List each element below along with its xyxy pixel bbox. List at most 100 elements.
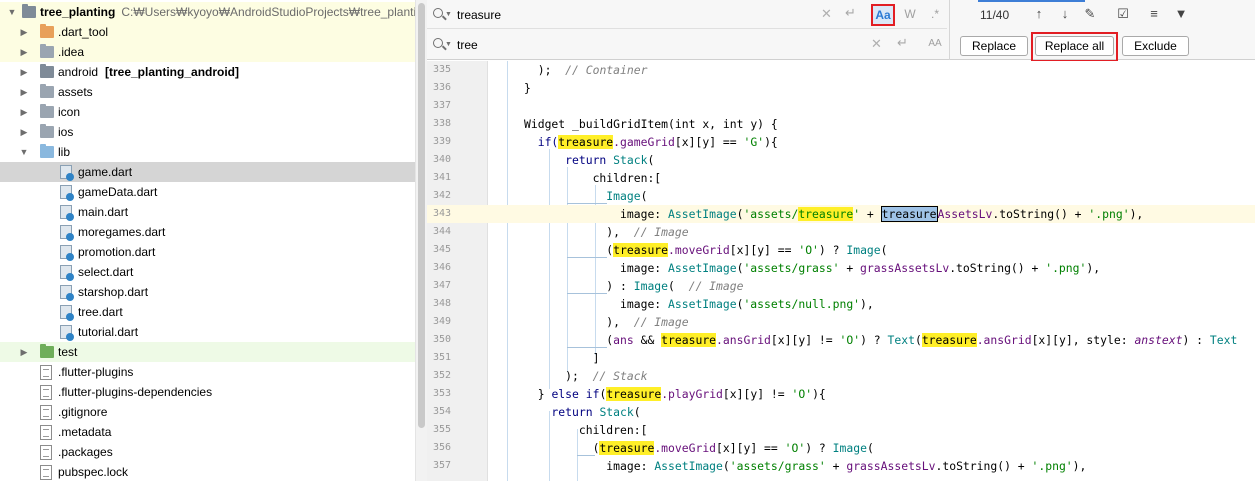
- project-root-row[interactable]: ▼ tree_planting C:₩Users₩kyoyo₩AndroidStu…: [0, 2, 415, 22]
- line-number: 338: [432, 118, 451, 129]
- code-line[interactable]: 339 if(treasure.gameGrid[x][y] == 'G'){: [427, 133, 1255, 151]
- code-line[interactable]: 350 (ans && treasure.ansGrid[x][y] != 'O…: [427, 331, 1255, 349]
- code-line[interactable]: 335 ); // Container: [427, 61, 1255, 79]
- chevron-down-icon[interactable]: ▼: [18, 142, 30, 162]
- arrow-up-icon[interactable]: ↑: [1031, 6, 1047, 21]
- replace-input[interactable]: [457, 36, 837, 54]
- dart-file-icon: [60, 245, 74, 261]
- filter-settings-icon[interactable]: ≡: [1146, 6, 1162, 21]
- exclude-button[interactable]: Exclude: [1122, 36, 1189, 56]
- code-token: _buildGridItem(int x, int y) {: [572, 117, 778, 131]
- code-line[interactable]: 342 Image(: [427, 187, 1255, 205]
- code-line[interactable]: 357 image: AssetImage('assets/grass' + g…: [427, 457, 1255, 475]
- code-line[interactable]: 345 (treasure.moveGrid[x][y] == 'O') ? I…: [427, 241, 1255, 259]
- code-token: ),: [1129, 207, 1144, 221]
- tree-item[interactable]: game.dart: [0, 162, 415, 182]
- line-number: 351: [432, 352, 451, 363]
- tree-item[interactable]: ▶ icon: [0, 102, 415, 122]
- chevron-down-icon[interactable]: ▼: [6, 2, 18, 22]
- match-case-toggle[interactable]: Aa: [871, 4, 895, 26]
- tree-item[interactable]: main.dart: [0, 202, 415, 222]
- code-line[interactable]: 354 return Stack(: [427, 403, 1255, 421]
- tree-item[interactable]: .flutter-plugins-dependencies: [0, 382, 415, 402]
- tree-item[interactable]: tutorial.dart: [0, 322, 415, 342]
- find-input[interactable]: [457, 6, 837, 24]
- tree-scrollbar-thumb[interactable]: [418, 3, 425, 428]
- tree-item[interactable]: ▼ lib: [0, 142, 415, 162]
- chevron-right-icon[interactable]: ▶: [18, 82, 30, 102]
- code-token: .playGrid: [661, 387, 723, 401]
- pin-icon[interactable]: ✎: [1082, 6, 1098, 22]
- new-line-icon[interactable]: ↵: [845, 5, 856, 21]
- code-line[interactable]: 356 (treasure.moveGrid[x][y] == 'O') ? I…: [427, 439, 1255, 457]
- replace-clear-icon[interactable]: ✕: [871, 36, 882, 52]
- code-line[interactable]: 337: [427, 97, 1255, 115]
- code-line[interactable]: 352 ); // Stack: [427, 367, 1255, 385]
- tree-item[interactable]: .flutter-plugins: [0, 362, 415, 382]
- replace-button[interactable]: Replace: [960, 36, 1028, 56]
- code-line[interactable]: 336}: [427, 79, 1255, 97]
- chevron-right-icon[interactable]: ▶: [18, 122, 30, 142]
- words-toggle[interactable]: W: [898, 4, 922, 26]
- code-token: [x][y] ==: [716, 441, 785, 455]
- chevron-right-icon[interactable]: ▶: [18, 42, 30, 62]
- line-number: 341: [432, 172, 451, 183]
- code-line[interactable]: 349 ), // Image: [427, 313, 1255, 331]
- tree-item[interactable]: promotion.dart: [0, 242, 415, 262]
- search-history-icon[interactable]: ▼: [433, 8, 452, 22]
- select-all-occurrences-icon[interactable]: ☑: [1115, 6, 1131, 22]
- tree-item[interactable]: ▶ .idea: [0, 42, 415, 62]
- tree-item[interactable]: .packages: [0, 442, 415, 462]
- project-tree: ▼ tree_planting C:₩Users₩kyoyo₩AndroidStu…: [0, 0, 415, 481]
- chevron-right-icon[interactable]: ▶: [18, 22, 30, 42]
- tree-item[interactable]: select.dart: [0, 262, 415, 282]
- replace-history-icon[interactable]: ▼: [433, 38, 452, 52]
- funnel-filter-icon[interactable]: ▼: [1173, 6, 1189, 21]
- arrow-down-icon[interactable]: ↓: [1057, 6, 1073, 21]
- replace-new-line-icon[interactable]: ↵: [897, 35, 908, 51]
- tree-item[interactable]: ▶ ios: [0, 122, 415, 142]
- code-text: }: [524, 79, 531, 97]
- line-number: 343: [432, 208, 451, 219]
- code-text: Image(: [524, 187, 647, 205]
- tree-item[interactable]: tree.dart: [0, 302, 415, 322]
- chevron-right-icon[interactable]: ▶: [18, 62, 30, 82]
- code-editor[interactable]: 335 ); // Container 336} 337 338 Widget _bui…: [427, 61, 1255, 481]
- code-token: // Image: [633, 315, 689, 329]
- code-line[interactable]: 351 ]: [427, 349, 1255, 367]
- tree-scrollbar[interactable]: [415, 0, 427, 481]
- chevron-right-icon[interactable]: ▶: [18, 102, 30, 122]
- tree-item[interactable]: ▶ test: [0, 342, 415, 362]
- code-text: return Stack(: [524, 151, 654, 169]
- tree-item[interactable]: ▶ android [tree_planting_android]: [0, 62, 415, 82]
- search-match: treasure: [558, 135, 614, 149]
- tree-item[interactable]: .metadata: [0, 422, 415, 442]
- tree-item[interactable]: starshop.dart: [0, 282, 415, 302]
- code-line[interactable]: 338 Widget _buildGridItem(int x, int y) {: [427, 115, 1255, 133]
- tree-item-label: .dart_tool: [58, 25, 109, 39]
- code-line[interactable]: 348 image: AssetImage('assets/null.png')…: [427, 295, 1255, 313]
- code-line[interactable]: 353 } else if(treasure.playGrid[x][y] !=…: [427, 385, 1255, 403]
- code-token: grassAssetsLv: [860, 261, 950, 275]
- code-text: (treasure.moveGrid[x][y] == 'O') ? Image…: [524, 439, 874, 457]
- code-line[interactable]: 344 ), // Image: [427, 223, 1255, 241]
- tree-item[interactable]: .gitignore: [0, 402, 415, 422]
- preserve-case-toggle[interactable]: AA: [923, 34, 947, 56]
- code-token: );: [524, 63, 566, 77]
- tree-item[interactable]: moregames.dart: [0, 222, 415, 242]
- tree-item[interactable]: gameData.dart: [0, 182, 415, 202]
- tree-item[interactable]: ▶ .dart_tool: [0, 22, 415, 42]
- code-token: );: [524, 369, 593, 383]
- code-line[interactable]: 340 return Stack(: [427, 151, 1255, 169]
- module-name-label: [tree_planting_android]: [105, 65, 240, 79]
- regex-toggle[interactable]: .*: [923, 4, 947, 26]
- code-line[interactable]: 347 ) : Image( // Image: [427, 277, 1255, 295]
- clear-icon[interactable]: ✕: [821, 6, 832, 22]
- code-line[interactable]: 355 children:[: [427, 421, 1255, 439]
- code-line[interactable]: 343 image: AssetImage('assets/treasure' …: [427, 205, 1255, 223]
- code-line[interactable]: 341 children:[: [427, 169, 1255, 187]
- chevron-right-icon[interactable]: ▶: [18, 342, 30, 362]
- tree-item[interactable]: ▶ assets: [0, 82, 415, 102]
- code-line[interactable]: 346 image: AssetImage('assets/grass' + g…: [427, 259, 1255, 277]
- tree-item[interactable]: pubspec.lock: [0, 462, 415, 481]
